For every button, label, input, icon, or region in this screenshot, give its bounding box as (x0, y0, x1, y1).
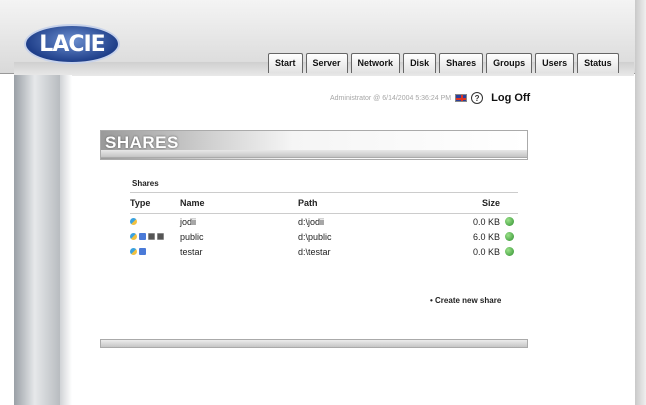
network-share-icon (139, 248, 146, 255)
share-path: d:\public (298, 231, 332, 242)
share-size: 0.0 KB (472, 216, 500, 227)
lacie-logo: LACIE (24, 24, 120, 64)
share-path: d:\testar (298, 246, 331, 257)
share-status-icon[interactable] (504, 217, 514, 226)
user-status-line: Administrator @ 6/14/2004 5:36:24 PM ? L… (330, 92, 530, 104)
tab-status[interactable]: Status (577, 53, 619, 73)
tab-shares[interactable]: Shares (439, 53, 484, 73)
create-share-link[interactable]: • Create new share (430, 296, 501, 305)
table-header: Type Name Path Size (130, 192, 518, 214)
share-size: 0.0 KB (472, 246, 500, 257)
logoff-link[interactable]: Log Off (491, 92, 530, 104)
left-sidebar-shade (60, 75, 72, 405)
uk-flag-icon[interactable] (455, 94, 468, 102)
user-share-icon (130, 218, 137, 225)
logo-text: LACIE (39, 31, 105, 57)
table-row[interactable]: jodii d:\jodii 0.0 KB (130, 214, 518, 229)
section-label: Shares (132, 179, 159, 188)
share-name[interactable]: jodii (180, 217, 298, 227)
col-size-header: Size (481, 198, 500, 208)
share-name[interactable]: public (180, 232, 298, 242)
share-path: d:\jodii (298, 216, 325, 227)
col-name-header: Name (180, 198, 205, 208)
main-tabs: Start Server Network Disk Shares Groups … (268, 53, 619, 73)
window-right-edge (635, 0, 646, 405)
share-name[interactable]: testar (180, 247, 298, 257)
type-icons (130, 218, 180, 225)
col-type-header: Type (130, 198, 151, 208)
windows-share-icon (148, 233, 155, 240)
tab-disk[interactable]: Disk (403, 53, 437, 73)
tab-users[interactable]: Users (535, 53, 575, 73)
help-icon[interactable]: ? (471, 92, 484, 104)
user-share-icon (130, 233, 137, 240)
share-status-icon[interactable] (504, 247, 514, 256)
ftp-share-icon (157, 233, 164, 240)
tab-server[interactable]: Server (305, 53, 348, 73)
banner-underline (100, 150, 528, 158)
type-icons (130, 248, 180, 255)
user-share-icon (130, 248, 137, 255)
user-timestamp: Administrator @ 6/14/2004 5:36:24 PM (330, 94, 452, 102)
share-status-icon[interactable] (504, 232, 514, 241)
network-share-icon (139, 233, 146, 240)
left-sidebar-bar (14, 75, 60, 405)
table-row[interactable]: testar d:\testar 0.0 KB (130, 244, 518, 259)
share-size: 6.0 KB (472, 231, 500, 242)
tab-groups[interactable]: Groups (486, 53, 533, 73)
type-icons (130, 233, 180, 240)
footer-bar (100, 339, 528, 348)
tab-network[interactable]: Network (350, 53, 401, 73)
table-row[interactable]: public d:\public 6.0 KB (130, 229, 518, 244)
col-path-header: Path (298, 198, 318, 208)
shares-table: Type Name Path Size jodii d:\jodii 0.0 K… (130, 192, 518, 259)
tab-start[interactable]: Start (268, 53, 303, 73)
